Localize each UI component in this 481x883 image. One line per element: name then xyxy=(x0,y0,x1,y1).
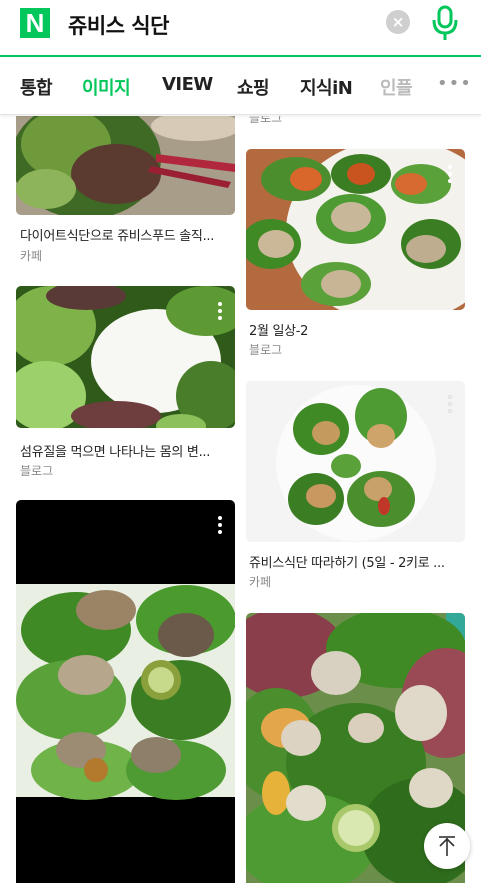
tab-integrated[interactable]: 통합 xyxy=(20,74,53,100)
result-image-5[interactable] xyxy=(16,500,235,883)
kebab-menu-icon[interactable] xyxy=(217,302,223,322)
tab-view[interactable]: VIEW xyxy=(162,74,213,95)
scroll-top-icon[interactable] xyxy=(424,823,470,869)
clear-icon[interactable]: × xyxy=(386,10,410,34)
tab-knowledge[interactable]: 지식iN xyxy=(300,74,353,100)
search-bar: N 쥬비스 식단 × xyxy=(0,0,481,57)
more-dots-icon[interactable]: ••• xyxy=(437,73,472,94)
naver-logo-icon[interactable]: N xyxy=(20,8,50,38)
search-tabs: 통합 이미지 VIEW 쇼핑 지식iN 인플 ••• xyxy=(0,59,481,115)
result-image-1[interactable] xyxy=(16,116,235,215)
tab-shopping[interactable]: 쇼핑 xyxy=(237,74,270,100)
tab-images[interactable]: 이미지 xyxy=(82,74,131,100)
search-input[interactable]: 쥬비스 식단 xyxy=(68,10,169,40)
result-title[interactable]: 2월 일상-2 xyxy=(249,320,308,339)
result-title[interactable]: 다이어트식단으로 쥬비스푸드 솔직... xyxy=(20,225,214,244)
result-title[interactable]: 섬유질을 먹으면 나타나는 몸의 변... xyxy=(20,441,210,460)
tab-influencer[interactable]: 인플 xyxy=(380,74,420,100)
kebab-menu-icon[interactable] xyxy=(447,165,453,185)
result-source: 카페 xyxy=(249,575,272,589)
kebab-menu-icon[interactable] xyxy=(217,516,223,536)
kebab-menu-icon[interactable] xyxy=(447,395,453,415)
result-source: 블로그 xyxy=(20,464,54,478)
result-source: 블로그 xyxy=(249,343,283,357)
result-image-3[interactable] xyxy=(246,149,465,310)
image-results: 다이어트식단으로 쥬비스푸드 솔직... 카페 섬유질을 먹으면 나타나는 몸의… xyxy=(0,116,481,883)
result-source: 카페 xyxy=(20,249,43,263)
result-image-2[interactable] xyxy=(16,286,235,428)
result-title[interactable]: 쥬비스식단 따라하기 (5일 - 2키로 ... xyxy=(249,552,445,571)
result-image-4[interactable] xyxy=(246,381,465,542)
microphone-icon[interactable] xyxy=(430,4,460,42)
result-source: 블로그 xyxy=(249,116,283,125)
